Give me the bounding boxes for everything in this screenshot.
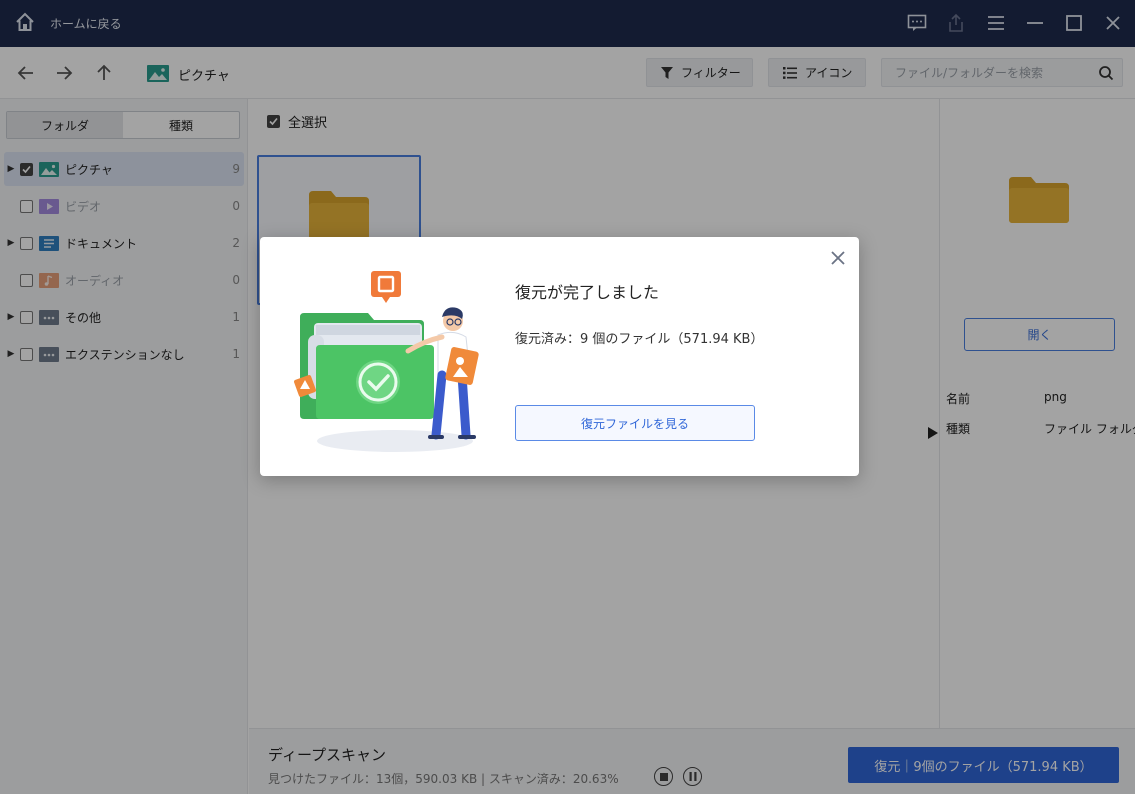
view-recovered-files-button[interactable]: 復元ファイルを見る [515, 405, 755, 441]
close-icon[interactable] [830, 250, 846, 266]
dialog-description: 復元済み：9 個のファイル（571.94 KB） [515, 332, 764, 347]
recovery-complete-dialog: 復元が完了しました 復元済み：9 個のファイル（571.94 KB） 復元ファイ… [260, 237, 859, 476]
recovery-illustration [294, 271, 479, 452]
dialog-title: 復元が完了しました [515, 283, 660, 302]
